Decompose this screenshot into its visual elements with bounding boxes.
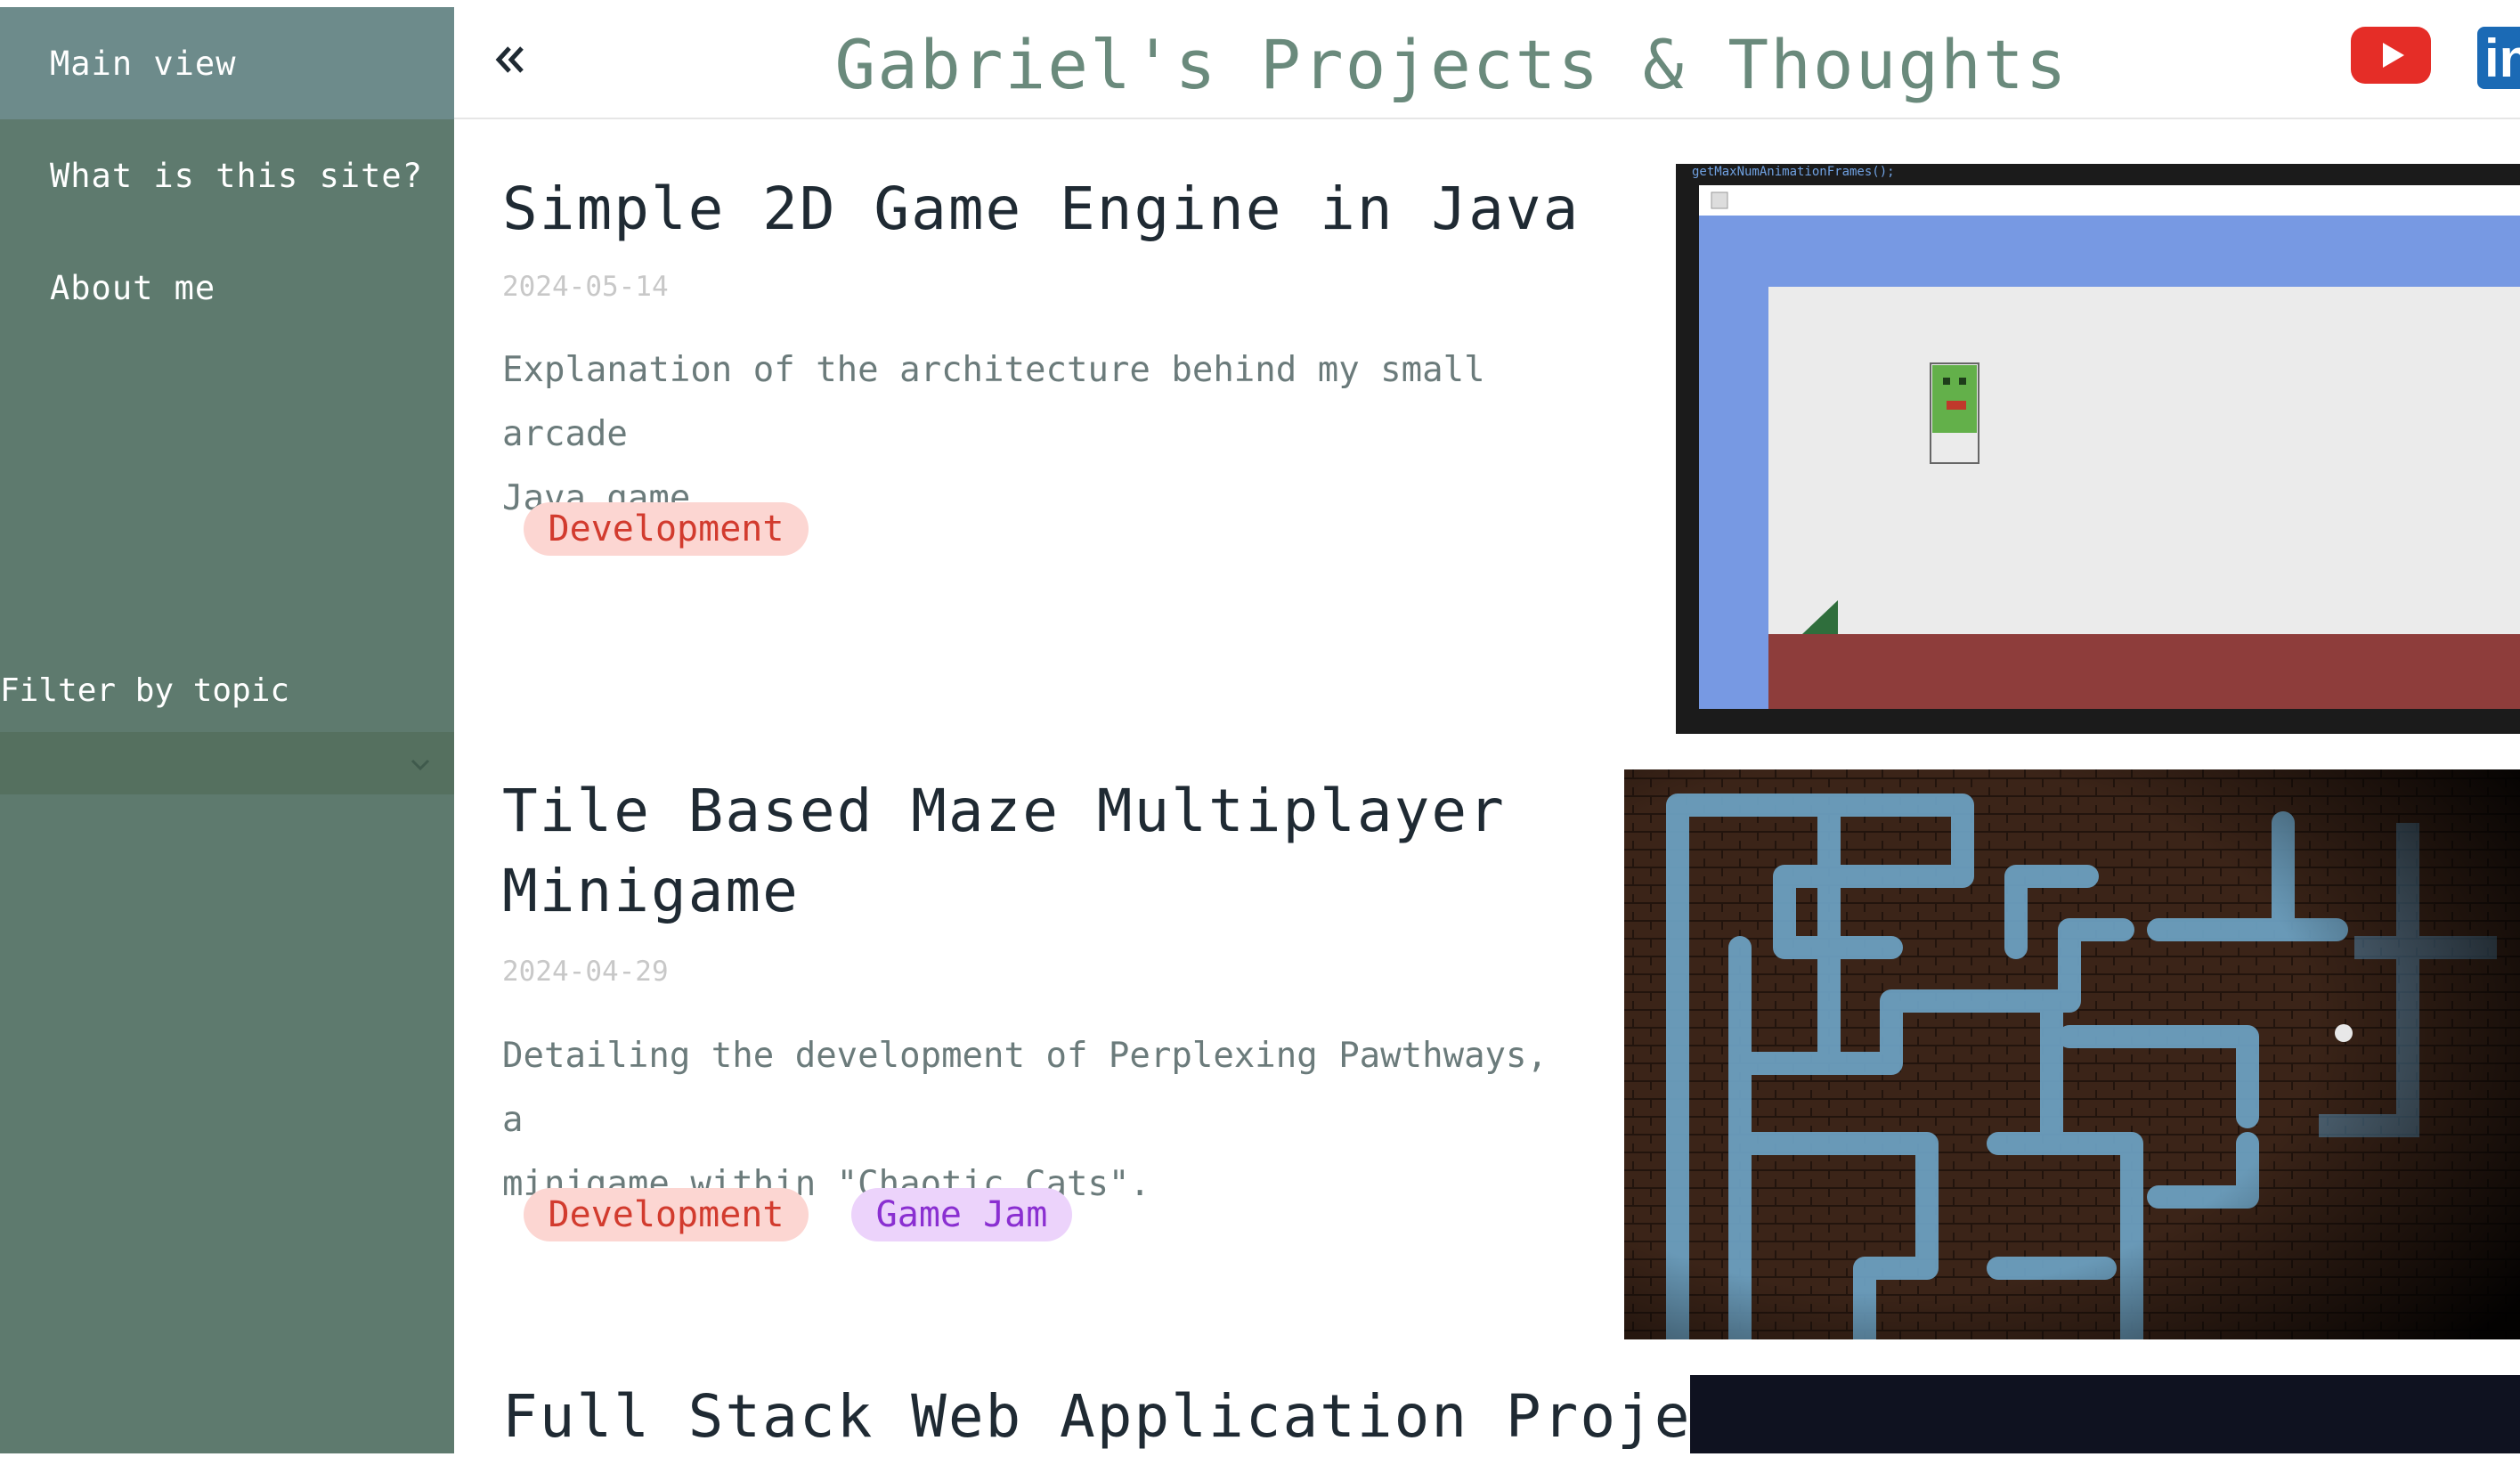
- post-description-line: Detailing the development of Perplexing …: [502, 1036, 1548, 1140]
- site-title: Gabriel's Projects & Thoughts: [834, 25, 2069, 104]
- post-title-line: Minigame: [502, 857, 800, 925]
- sidebar-item-label: What is this site?: [50, 156, 423, 195]
- sidebar-item-about-me[interactable]: About me: [0, 232, 454, 344]
- post-title[interactable]: Tile Based Maze Multiplayer Minigame: [502, 771, 1506, 932]
- post-title[interactable]: Simple 2D Game Engine in Java: [502, 169, 1580, 249]
- site-header: Gabriel's Projects & Thoughts in: [454, 7, 2520, 119]
- tag-development[interactable]: Development: [524, 502, 809, 556]
- youtube-icon[interactable]: [2351, 27, 2431, 84]
- sidebar-item-label: About me: [50, 268, 216, 307]
- sidebar-item-what-is-this-site[interactable]: What is this site?: [0, 119, 454, 232]
- post-thumbnail-maze-game[interactable]: [1624, 769, 2520, 1339]
- post-title-line: Tile Based Maze Multiplayer: [502, 777, 1506, 845]
- tag-game-jam[interactable]: Game Jam: [851, 1188, 1072, 1241]
- linkedin-icon[interactable]: in: [2477, 27, 2520, 89]
- post-date: 2024-04-29: [502, 956, 669, 988]
- sidebar-item-label: Main view: [50, 44, 237, 83]
- post-thumbnail-java-engine[interactable]: getMaxNumAnimationFrames();: [1676, 164, 2520, 734]
- thumb-code-text: getMaxNumAnimationFrames();: [1692, 165, 1895, 179]
- sidebar-top-border: [0, 0, 454, 7]
- post-title[interactable]: Full Stack Web Application Project: [502, 1377, 1766, 1457]
- topic-filter-select[interactable]: [0, 732, 454, 794]
- filter-label: Filter by topic: [0, 672, 290, 709]
- game-screenshot-image: getMaxNumAnimationFrames();: [1676, 164, 2520, 734]
- post-thumbnail-web-app[interactable]: [1690, 1375, 2520, 1453]
- maze-screenshot-image: [1624, 769, 2520, 1339]
- sidebar: Main view What is this site? About me Fi…: [0, 0, 454, 1453]
- sidebar-item-main-view[interactable]: Main view: [0, 7, 454, 119]
- post-date: 2024-05-14: [502, 271, 669, 303]
- tag-development[interactable]: Development: [524, 1188, 809, 1241]
- post-description-line: Explanation of the architecture behind m…: [502, 350, 1485, 454]
- chevron-down-icon: [411, 759, 430, 771]
